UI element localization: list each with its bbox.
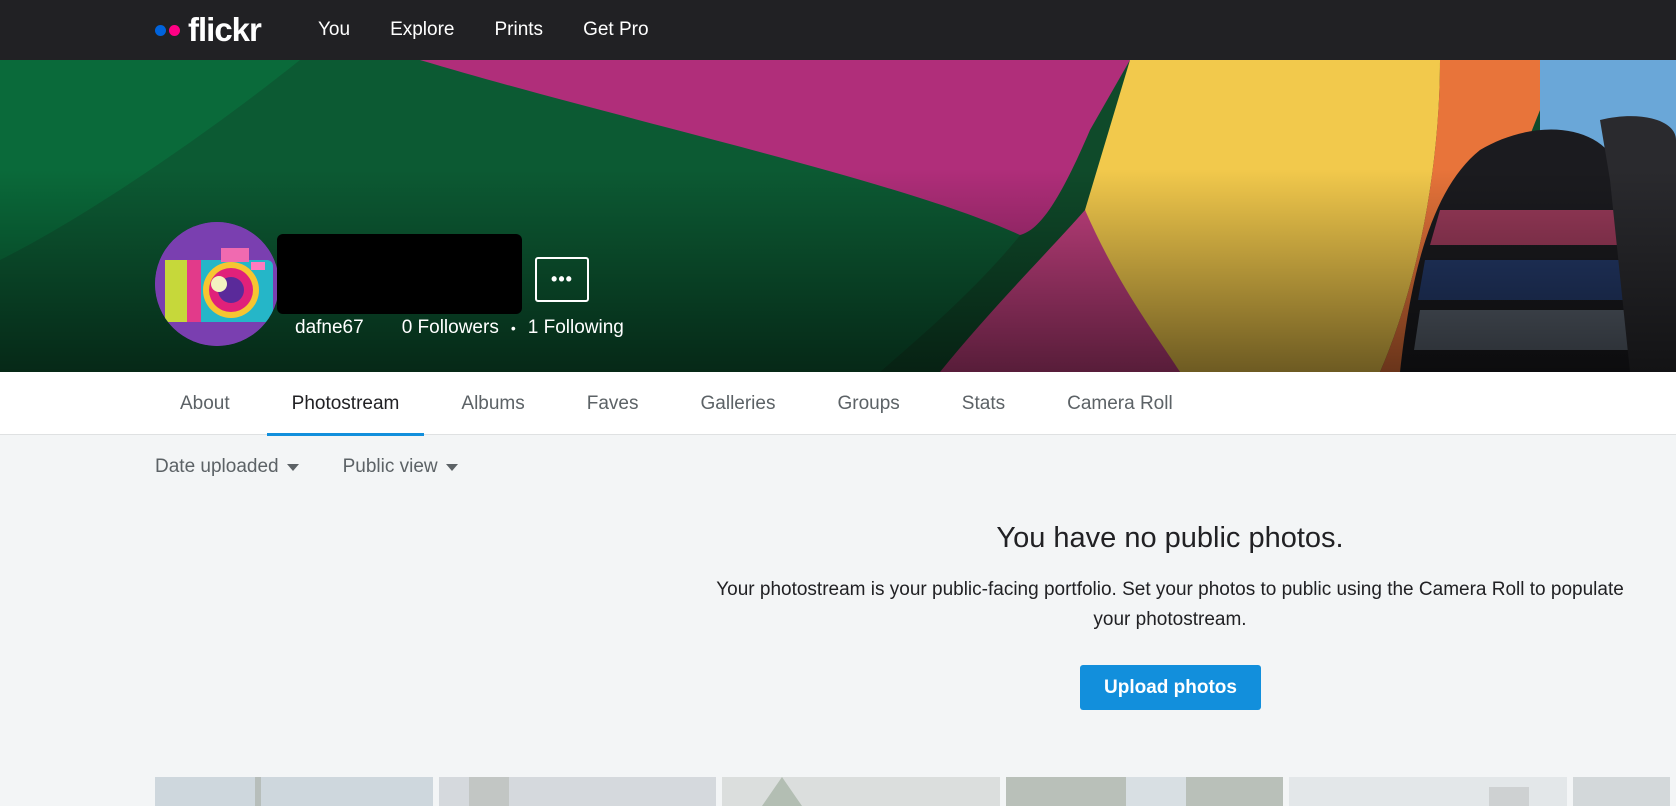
upload-photos-button[interactable]: Upload photos <box>1080 665 1261 710</box>
sort-dropdown-label: Date uploaded <box>155 456 279 477</box>
empty-state: You have no public photos. Your photostr… <box>700 522 1640 635</box>
profile-subnav: About Photostream Albums Faves Galleries… <box>0 372 1676 436</box>
tab-stats[interactable]: Stats <box>937 372 1030 435</box>
redacted-display-name <box>277 234 522 314</box>
nav-explore[interactable]: Explore <box>390 19 454 41</box>
nav-get-pro[interactable]: Get Pro <box>583 19 648 41</box>
nav-prints[interactable]: Prints <box>494 19 543 41</box>
tab-about[interactable]: About <box>155 372 255 435</box>
sample-photo <box>438 777 717 806</box>
faded-photo-strip <box>155 777 1676 806</box>
sample-photo <box>155 777 433 806</box>
photostream-filters: Date uploaded Public view <box>155 454 502 480</box>
sample-photo <box>1005 777 1284 806</box>
followers-link[interactable]: 0 Followers <box>402 317 499 339</box>
profile-meta: dafne67 0 Followers • 1 Following <box>295 316 624 340</box>
tab-camera-roll[interactable]: Camera Roll <box>1042 372 1198 435</box>
following-link[interactable]: 1 Following <box>528 317 624 339</box>
nav-you[interactable]: You <box>318 19 350 41</box>
empty-state-body: Your photostream is your public-facing p… <box>716 579 1624 630</box>
camera-avatar-icon <box>155 222 279 346</box>
more-options-button[interactable]: ••• <box>535 257 589 302</box>
empty-state-title: You have no public photos. <box>996 522 1344 554</box>
tab-groups[interactable]: Groups <box>812 372 924 435</box>
tab-photostream[interactable]: Photostream <box>266 372 425 436</box>
flickr-logo[interactable]: flickr <box>155 10 262 50</box>
sample-photo <box>1289 777 1567 806</box>
tab-galleries[interactable]: Galleries <box>676 372 801 435</box>
tab-albums[interactable]: Albums <box>436 372 549 435</box>
logo-pink-dot <box>169 24 180 36</box>
caret-down-icon <box>286 463 299 471</box>
main-nav: You Explore Prints Get Pro <box>298 0 669 60</box>
sample-photo <box>1572 777 1671 806</box>
top-navigation: flickr You Explore Prints Get Pro <box>0 0 1676 60</box>
view-dropdown-label: Public view <box>342 456 438 477</box>
avatar[interactable] <box>155 222 279 346</box>
view-dropdown[interactable]: Public view <box>343 456 458 478</box>
logo-wordmark: flickr <box>188 11 262 48</box>
logo-blue-dot <box>155 24 166 36</box>
sort-dropdown[interactable]: Date uploaded <box>155 456 299 478</box>
sample-photo <box>722 777 1000 806</box>
caret-down-icon <box>445 463 458 471</box>
tab-faves[interactable]: Faves <box>562 372 664 435</box>
meta-separator: • <box>510 320 516 336</box>
username: dafne67 <box>295 317 364 338</box>
